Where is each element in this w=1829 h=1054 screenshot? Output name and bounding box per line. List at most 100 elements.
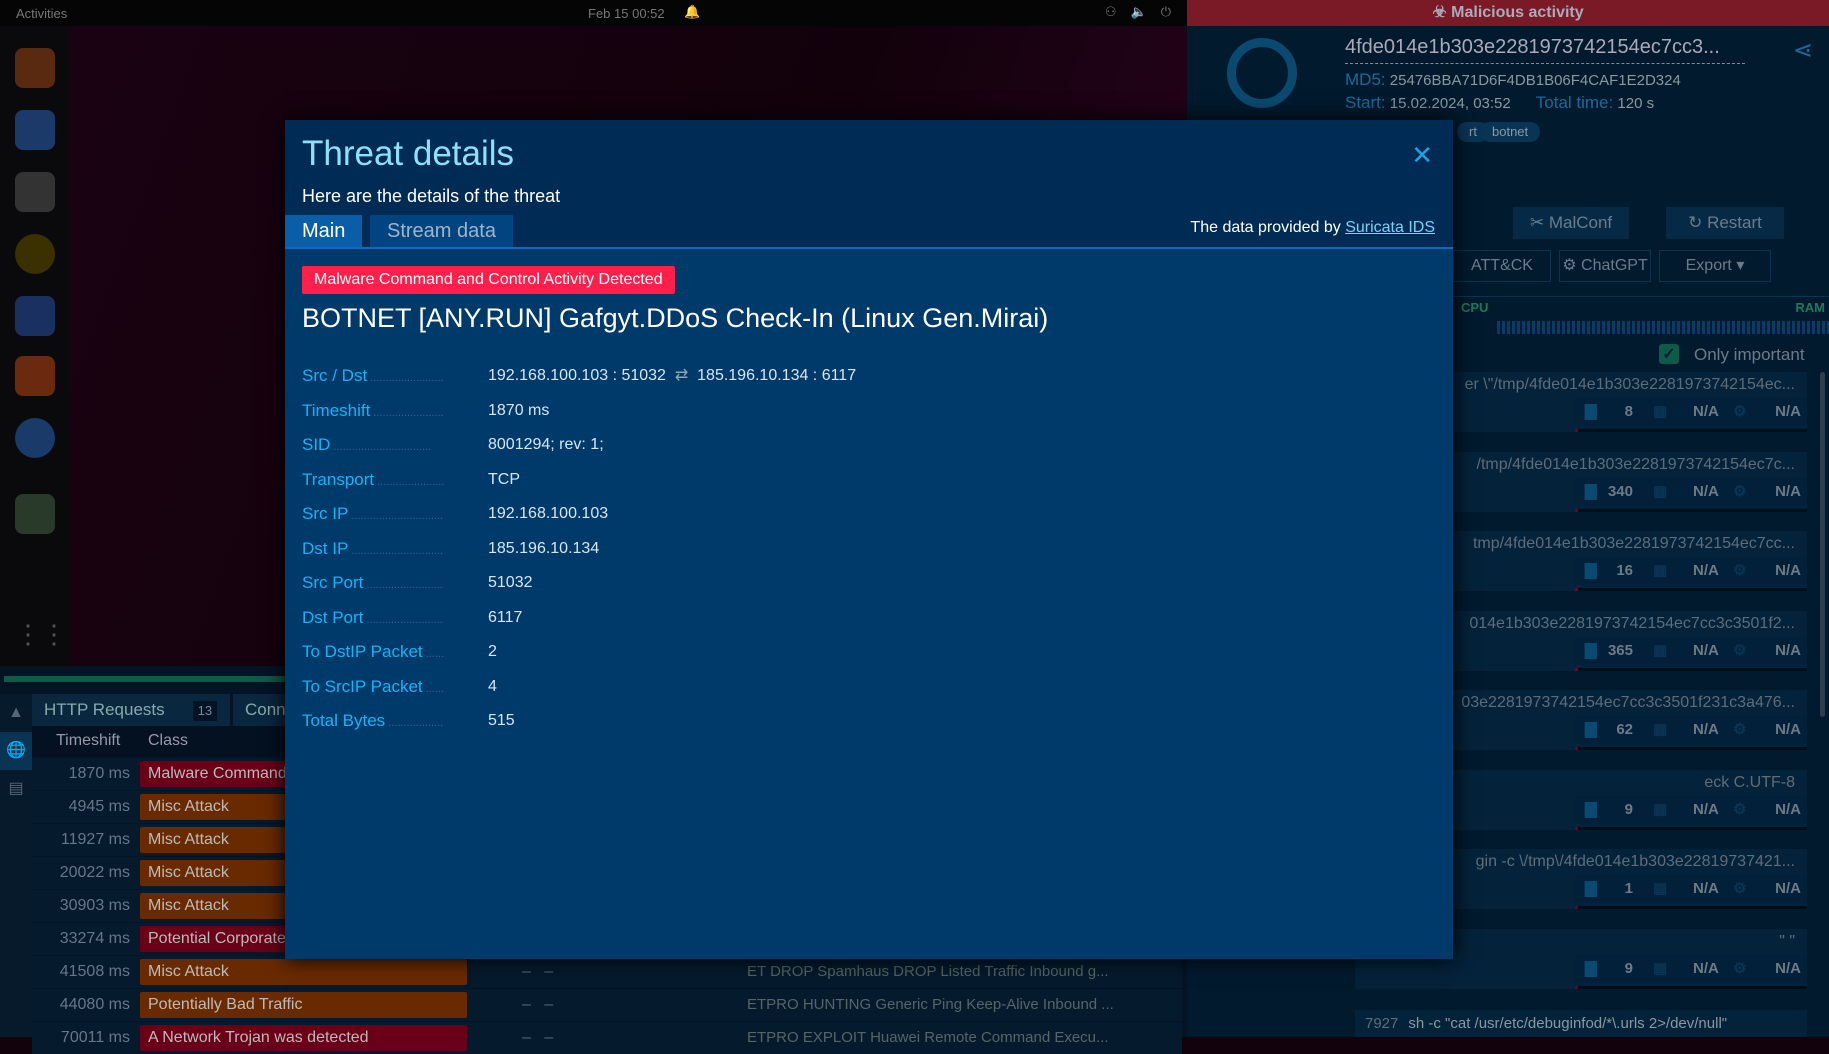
process-stats: ▇ 365 ▦ N/A ⚙ N/A bbox=[1575, 636, 1807, 665]
field-value: 4 bbox=[488, 677, 497, 695]
writer-icon[interactable] bbox=[15, 296, 55, 336]
reg-count: N/A bbox=[1775, 641, 1801, 659]
row-class: Potentially Bad Traffic bbox=[140, 992, 467, 1018]
collapse-icon[interactable]: ▲ bbox=[0, 694, 32, 732]
gear-icon: ⚙ bbox=[1733, 641, 1747, 659]
malconf-button[interactable]: ✂ MalConf bbox=[1513, 207, 1629, 239]
restart-button[interactable]: ↻ Restart bbox=[1666, 207, 1784, 239]
row-timeshift: 41508 ms bbox=[59, 963, 130, 980]
reg-count: N/A bbox=[1775, 880, 1801, 897]
files-count: 365 bbox=[1607, 641, 1633, 659]
field-label: Dst IP bbox=[302, 534, 444, 566]
process-bar bbox=[1575, 826, 1807, 830]
firefox-icon[interactable] bbox=[15, 48, 55, 88]
clock[interactable]: Feb 15 00:52 bbox=[588, 6, 665, 21]
bottom-sidebar: ▲ 🌐 ▤ bbox=[0, 694, 32, 1037]
field-row: Timeshift 1870 ms bbox=[302, 396, 1102, 426]
row-message: ETPRO HUNTING Generic Ping Keep-Alive In… bbox=[747, 996, 1114, 1013]
file-icon: ▇ bbox=[1585, 800, 1597, 818]
apps-grid-icon[interactable]: ⋮⋮ bbox=[15, 614, 67, 654]
scrollbar[interactable] bbox=[1820, 372, 1825, 717]
files-count: 1 bbox=[1624, 880, 1633, 897]
field-label: SID bbox=[302, 430, 444, 462]
system-tray[interactable]: ⚇ 🔈 ⏻ bbox=[1105, 4, 1171, 20]
field-label: Total Bytes bbox=[302, 706, 444, 738]
software-icon[interactable] bbox=[15, 356, 55, 396]
process-bar bbox=[1575, 588, 1807, 591]
globe-icon[interactable]: 🌐 bbox=[0, 732, 32, 770]
process-bar bbox=[1575, 906, 1807, 909]
suricata-link[interactable]: Suricata IDS bbox=[1345, 219, 1435, 236]
network-icon: ▦ bbox=[1653, 482, 1668, 500]
field-row: Dst Port 6117 bbox=[302, 603, 1102, 633]
process-bar bbox=[1575, 985, 1807, 989]
tab-label: HTTP Requests bbox=[44, 700, 165, 719]
field-label: To DstIP Packet bbox=[302, 637, 444, 669]
process-bar bbox=[1575, 747, 1807, 750]
tab-main[interactable]: Main bbox=[285, 215, 363, 247]
field-label: Src / Dst bbox=[302, 361, 444, 393]
process-bar bbox=[1575, 508, 1807, 512]
trash-icon[interactable] bbox=[15, 494, 55, 534]
banner-text: Malicious activity bbox=[1451, 4, 1584, 21]
share-icon[interactable]: ⋖ bbox=[1793, 36, 1813, 65]
row-timeshift: 11927 ms bbox=[60, 831, 130, 848]
tab-connections[interactable]: Conn bbox=[233, 694, 293, 726]
process-row[interactable]: 7927 sh -c "cat /usr/etc/debuginfod/*\.ur… bbox=[1355, 1010, 1807, 1037]
chatgpt-label: ChatGPT bbox=[1581, 257, 1648, 274]
field-value: 192.168.100.103 : 51032 ⇄ 185.196.10.134… bbox=[488, 361, 856, 391]
tab-stream-data[interactable]: Stream data bbox=[370, 215, 513, 247]
dialog-title: Threat details bbox=[302, 134, 515, 173]
help-icon[interactable] bbox=[15, 418, 55, 458]
table-row[interactable]: 41508 ms Misc Attack – – ET DROP Spamhaus D… bbox=[32, 956, 1182, 988]
md5-line: MD5: 25476BBA71D6F4DB1B06F4CAF1E2D324 bbox=[1345, 70, 1681, 90]
tab-http-requests[interactable]: HTTP Requests 13 bbox=[32, 694, 230, 726]
file-name[interactable]: 4fde014e1b303e2281973742154ec7cc3... bbox=[1345, 36, 1745, 64]
file-icon: ▇ bbox=[1585, 721, 1597, 738]
row-dashes: – – bbox=[522, 1029, 554, 1046]
files-icon[interactable] bbox=[15, 172, 55, 212]
rhythmbox-icon[interactable] bbox=[15, 234, 55, 274]
net-count: N/A bbox=[1693, 880, 1719, 897]
net-count: N/A bbox=[1693, 403, 1719, 420]
provider-prefix: The data provided by bbox=[1190, 219, 1346, 236]
field-label: Timeshift bbox=[302, 396, 444, 428]
gear-icon: ⚙ bbox=[1733, 880, 1747, 897]
field-row: Src IP 192.168.100.103 bbox=[302, 499, 1102, 529]
thunderbird-icon[interactable] bbox=[15, 110, 55, 150]
row-timeshift: 30903 ms bbox=[59, 897, 130, 914]
attck-button[interactable]: ATT&CK bbox=[1453, 250, 1551, 282]
net-count: N/A bbox=[1693, 959, 1719, 977]
row-dashes: – – bbox=[522, 996, 554, 1013]
total-label: Total time: bbox=[1535, 93, 1614, 112]
document-icon[interactable]: ▤ bbox=[0, 770, 32, 808]
export-dropdown[interactable]: Export ▾ bbox=[1659, 250, 1771, 282]
process-pid: 7927 bbox=[1365, 1015, 1399, 1032]
process-bar bbox=[1575, 667, 1807, 671]
chatgpt-button[interactable]: ⚙ ChatGPT bbox=[1559, 250, 1651, 282]
row-message: ETPRO EXPLOIT Huawei Remote Command Exec… bbox=[747, 1029, 1109, 1046]
process-stats: ▇ 62 ▦ N/A ⚙ N/A bbox=[1575, 716, 1807, 744]
table-row[interactable]: 44080 ms Potentially Bad Traffic – – ETPRO … bbox=[32, 989, 1182, 1021]
only-important-checkbox[interactable]: ✓ bbox=[1659, 344, 1679, 364]
field-row: Transport TCP bbox=[302, 465, 1102, 495]
field-value: TCP bbox=[488, 470, 520, 488]
table-row[interactable]: 70011 ms A Network Trojan was detected – –… bbox=[32, 1022, 1182, 1054]
network-icon: ⚇ bbox=[1104, 4, 1117, 19]
ram-label: RAM bbox=[1795, 300, 1825, 315]
process-bar bbox=[1575, 429, 1807, 432]
close-icon[interactable]: ✕ bbox=[1411, 140, 1433, 171]
start-line: Start: 15.02.2024, 03:52 Total time: 120… bbox=[1345, 93, 1654, 113]
tag-botnet[interactable]: botnet bbox=[1480, 122, 1541, 142]
malconf-label: MalConf bbox=[1548, 213, 1613, 232]
net-count: N/A bbox=[1693, 721, 1719, 738]
activities-button[interactable]: Activities bbox=[16, 6, 67, 21]
reg-count: N/A bbox=[1775, 482, 1801, 500]
only-important-label: Only important bbox=[1694, 345, 1805, 364]
data-provider: The data provided by Suricata IDS bbox=[1190, 219, 1435, 237]
gear-icon: ⚙ bbox=[1733, 721, 1747, 738]
power-icon: ⏻ bbox=[1160, 4, 1171, 19]
network-icon: ▦ bbox=[1653, 562, 1668, 579]
http-count: 13 bbox=[192, 701, 218, 721]
files-count: 62 bbox=[1616, 721, 1633, 738]
